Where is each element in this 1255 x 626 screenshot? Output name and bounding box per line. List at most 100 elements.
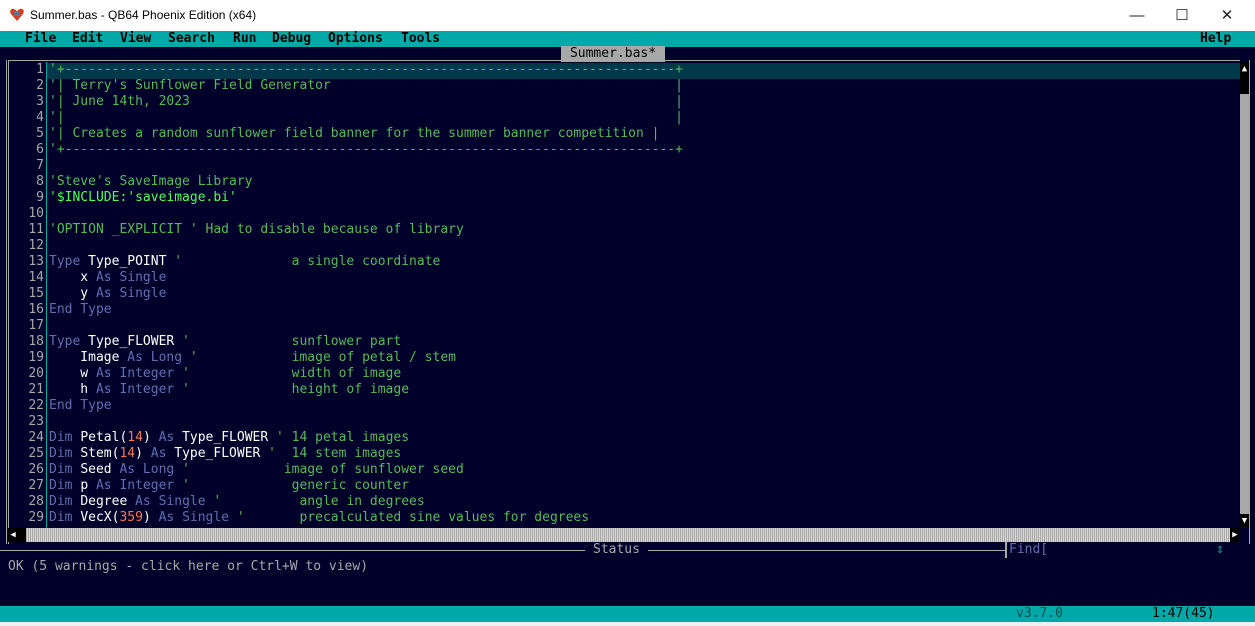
qb64-heart-icon xyxy=(10,8,24,21)
code-line[interactable]: Dim Seed As Long ' image of sunflower se… xyxy=(49,462,464,478)
code-token: 'Steve's SaveImage Library xyxy=(49,174,253,189)
code-line[interactable]: '| June 14th, 2023 | xyxy=(49,94,683,110)
code-token: 'OPTION _EXPLICIT ' Had to disable becau… xyxy=(49,222,464,237)
code-line[interactable]: End Type xyxy=(49,302,112,318)
scroll-left-icon[interactable]: ◀ xyxy=(8,528,18,542)
menu-options[interactable]: Options xyxy=(328,31,383,47)
code-line[interactable]: y As Single xyxy=(49,286,166,302)
menu-view[interactable]: View xyxy=(120,31,151,47)
code-token: y xyxy=(49,286,96,301)
code-token: '| Terry's Sunflower Field Generator | xyxy=(49,78,683,93)
vertical-scrollbar[interactable]: ▲ ▼ xyxy=(1240,62,1249,528)
scroll-right-icon[interactable]: ▶ xyxy=(1230,528,1240,542)
code-line[interactable]: Dim Degree As Single ' angle in degrees xyxy=(49,494,425,510)
code-line[interactable]: Dim Stem(14) As Type_FLOWER ' 14 stem im… xyxy=(49,446,401,462)
code-token: As Single xyxy=(158,510,237,525)
line-number: 23 xyxy=(28,414,44,429)
scroll-down-icon[interactable]: ▼ xyxy=(1240,514,1249,528)
code-token: ) xyxy=(142,510,159,525)
scroll-up-icon[interactable]: ▲ xyxy=(1240,62,1249,76)
code-line[interactable]: Dim VecX(359) As Single ' precalculated … xyxy=(49,510,589,526)
code-token: Stem( xyxy=(80,446,120,461)
menu-help[interactable]: Help xyxy=(1200,31,1231,47)
code-token: ' generic counter xyxy=(182,478,410,493)
code-line[interactable]: w As Integer ' width of image xyxy=(49,366,401,382)
code-token: Dim xyxy=(49,494,81,509)
menu-run[interactable]: Run xyxy=(233,31,256,47)
vertical-scroll-thumb[interactable] xyxy=(1240,76,1249,94)
editor-border xyxy=(1249,60,1250,544)
code-token: Dim xyxy=(49,462,81,477)
code-token: As Single xyxy=(95,286,167,301)
editor-border xyxy=(8,60,9,544)
editor-border xyxy=(6,60,7,544)
code-token: ' image of petal / stem xyxy=(189,350,457,365)
code-token: p xyxy=(80,478,96,493)
find-separator xyxy=(1005,542,1007,558)
code-line[interactable]: End Type xyxy=(49,398,112,414)
code-token: Type_POINT xyxy=(88,254,175,269)
close-button[interactable]: ✕ xyxy=(1204,0,1250,31)
find-input[interactable] xyxy=(1057,544,1221,558)
info-bar: v3.7.0 1:47(45) xyxy=(0,606,1255,622)
code-line[interactable]: '+--------------------------------------… xyxy=(49,62,683,78)
line-number: 18 xyxy=(28,334,44,349)
line-number: 26 xyxy=(28,462,44,477)
maximize-button[interactable]: ☐ xyxy=(1159,0,1205,31)
status-message[interactable]: OK (5 warnings - click here or Ctrl+W to… xyxy=(8,559,368,575)
menu-edit[interactable]: Edit xyxy=(72,31,103,47)
code-token: Type xyxy=(49,254,89,269)
menu-debug[interactable]: Debug xyxy=(272,31,311,47)
line-number: 20 xyxy=(28,366,44,381)
window-bottom-edge xyxy=(0,622,1255,626)
code-token: Petal( xyxy=(80,430,128,445)
code-token: 359 xyxy=(119,510,143,525)
line-number: 5 xyxy=(36,126,44,141)
code-line[interactable]: '| | xyxy=(49,110,683,126)
code-line[interactable]: x As Single xyxy=(49,270,166,286)
line-number: 4 xyxy=(36,110,44,125)
code-token: ' 14 petal images xyxy=(276,430,410,445)
line-number: 15 xyxy=(28,286,44,301)
line-number: 29 xyxy=(28,510,44,525)
menu-file[interactable]: File xyxy=(25,31,56,47)
line-number: 22 xyxy=(28,398,44,413)
file-tab[interactable]: Summer.bas* xyxy=(561,46,665,62)
window-title: Summer.bas - QB64 Phoenix Edition (x64) xyxy=(30,8,257,22)
line-number: 10 xyxy=(28,206,44,221)
line-number: 3 xyxy=(36,94,44,109)
code-token: VecX( xyxy=(80,510,120,525)
line-number: 11 xyxy=(28,222,44,237)
code-line[interactable]: 'OPTION _EXPLICIT ' Had to disable becau… xyxy=(49,222,464,238)
code-token: ' angle in degrees xyxy=(213,494,425,509)
code-line[interactable]: Type Type_FLOWER ' sunflower part xyxy=(49,334,401,350)
code-line[interactable]: '+--------------------------------------… xyxy=(49,142,683,158)
horizontal-scroll-thumb[interactable] xyxy=(18,528,26,542)
code-line[interactable]: Type Type_POINT ' a single coordinate xyxy=(49,254,440,270)
code-line[interactable]: Image As Long ' image of petal / stem xyxy=(49,350,456,366)
code-area[interactable]: '+--------------------------------------… xyxy=(49,62,1239,528)
code-token: As xyxy=(158,430,183,445)
code-line[interactable]: '| Creates a random sunflower field bann… xyxy=(49,126,659,142)
code-line[interactable]: '| Terry's Sunflower Field Generator | xyxy=(49,78,683,94)
code-token: End Type xyxy=(49,398,112,413)
find-label: Find[ xyxy=(1009,542,1049,557)
gutter-separator xyxy=(46,62,47,528)
line-number: 6 xyxy=(36,142,44,157)
code-token: ' width of image xyxy=(182,366,402,381)
find-scroll-icon[interactable]: ⇕ xyxy=(1216,542,1224,558)
menu-search[interactable]: Search xyxy=(168,31,215,47)
menu-tools[interactable]: Tools xyxy=(401,31,440,47)
code-line[interactable]: 'Steve's SaveImage Library xyxy=(49,174,253,190)
code-token: Seed xyxy=(80,462,120,477)
menu-bar: File Edit View Search Run Debug Options … xyxy=(0,31,1255,47)
code-token: 14 xyxy=(119,446,136,461)
code-token: Dim xyxy=(49,478,81,493)
code-line[interactable]: h As Integer ' height of image xyxy=(49,382,409,398)
code-token: ) xyxy=(135,446,151,461)
code-line[interactable]: Dim Petal(14) As Type_FLOWER ' 14 petal … xyxy=(49,430,409,446)
horizontal-scrollbar[interactable]: ◀ ▶ xyxy=(8,528,1240,542)
code-token: '| | xyxy=(49,110,683,125)
code-line[interactable]: Dim p As Integer ' generic counter xyxy=(49,478,409,494)
minimize-button[interactable]: — xyxy=(1114,0,1160,31)
